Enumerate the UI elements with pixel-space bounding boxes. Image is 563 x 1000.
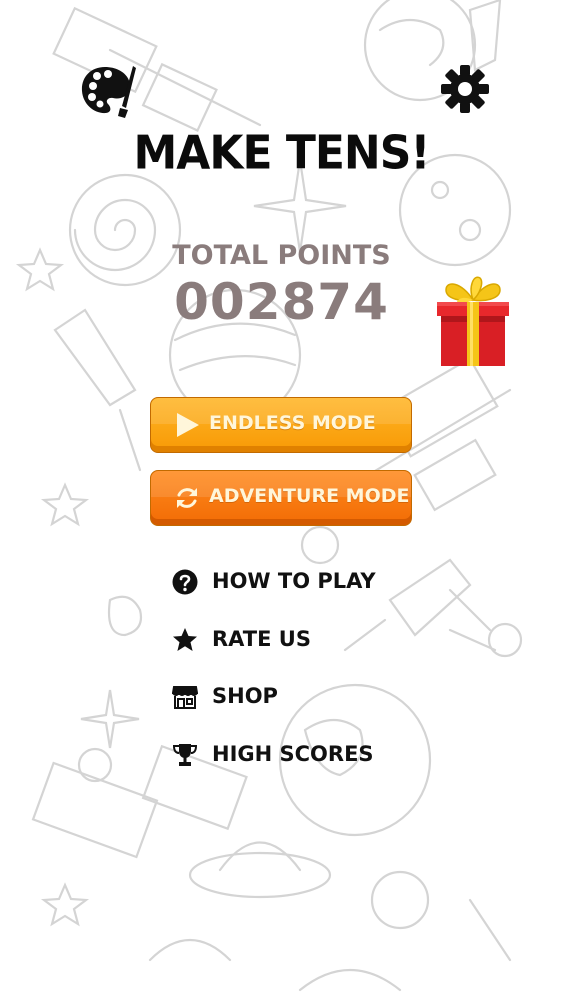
adventure-mode-button[interactable]: ADVENTURE MODE <box>150 470 412 526</box>
trophy-icon <box>172 744 198 766</box>
endless-mode-button[interactable]: ENDLESS MODE <box>150 397 412 453</box>
how-to-play-label: HOW TO PLAY <box>212 569 376 593</box>
high-scores-label: HIGH SCORES <box>212 742 374 766</box>
shop-icon <box>172 686 198 709</box>
game-title: MAKE TENS! <box>133 126 431 181</box>
gear-icon[interactable] <box>440 64 490 114</box>
total-points-label: TOTAL POINTS <box>172 240 391 271</box>
star-icon <box>173 628 197 651</box>
endless-mode-label: ENDLESS MODE <box>209 412 376 434</box>
palette-icon[interactable] <box>78 62 136 120</box>
refresh-icon <box>177 488 197 508</box>
shop-label: SHOP <box>212 684 278 708</box>
rate-us-label: RATE US <box>212 627 311 651</box>
main-menu-screen: MAKE TENS! TOTAL POINTS 002874 ENDLESS M… <box>0 0 563 1000</box>
adventure-mode-label: ADVENTURE MODE <box>209 485 410 507</box>
gift-icon[interactable] <box>434 272 512 368</box>
play-icon <box>177 413 199 437</box>
help-icon <box>172 569 198 595</box>
